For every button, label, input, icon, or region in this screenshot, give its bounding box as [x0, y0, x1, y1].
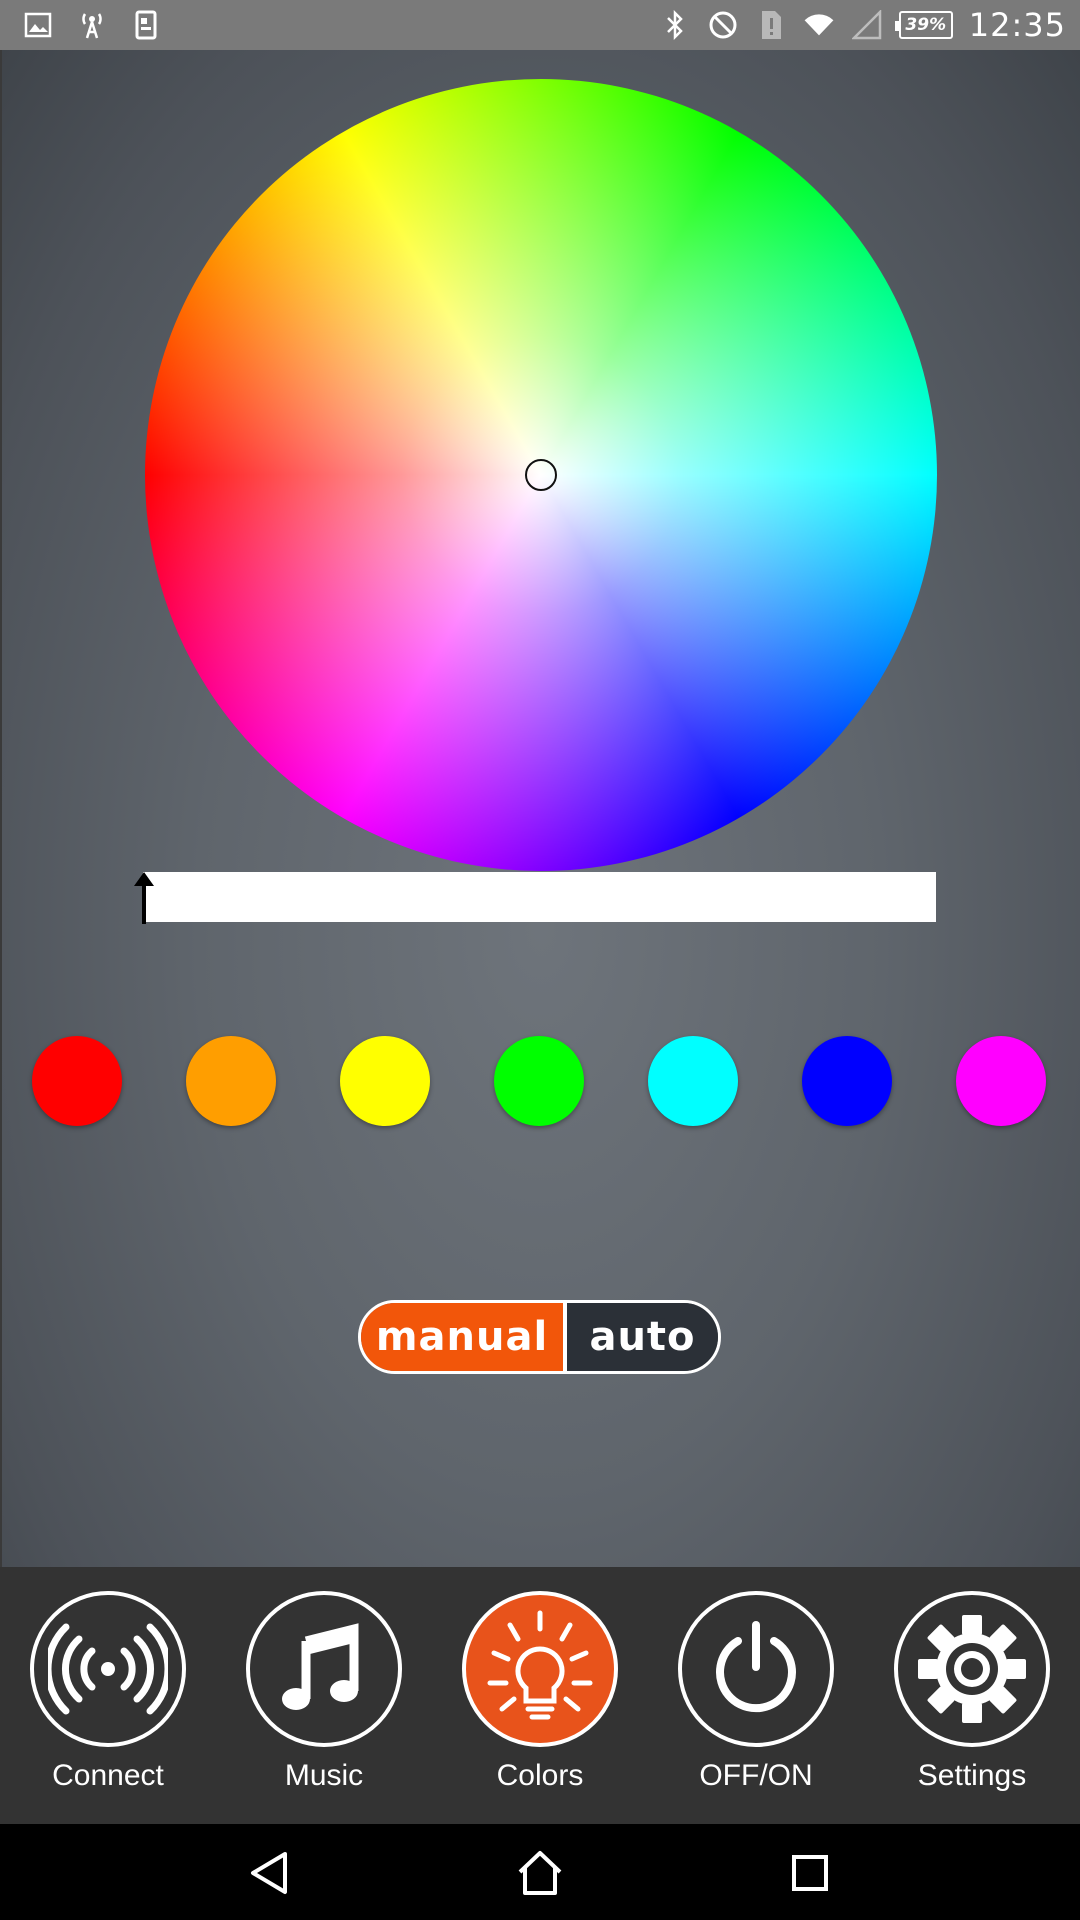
- power-icon: [716, 1621, 796, 1713]
- music-button[interactable]: [246, 1591, 402, 1747]
- nav-label: Colors: [496, 1759, 584, 1792]
- home-icon[interactable]: [515, 1848, 565, 1898]
- nav-music[interactable]: Music: [244, 1591, 404, 1793]
- phone-card-icon: [130, 9, 162, 41]
- settings-button[interactable]: [894, 1591, 1050, 1747]
- brightness-slider[interactable]: [143, 872, 936, 922]
- back-icon[interactable]: [245, 1848, 295, 1898]
- power-button[interactable]: [678, 1591, 834, 1747]
- swatch-green[interactable]: [494, 1036, 584, 1126]
- swatch-magenta[interactable]: [956, 1036, 1046, 1126]
- light-bulb-icon: [487, 1610, 593, 1720]
- battery-indicator: 39%: [894, 11, 953, 39]
- nav-connect[interactable]: Connect: [28, 1591, 188, 1793]
- color-wheel-cursor[interactable]: [525, 459, 557, 491]
- nav-label: OFF/ON: [699, 1759, 813, 1792]
- nav-settings[interactable]: Settings: [892, 1591, 1052, 1793]
- battery-level: 39%: [905, 15, 947, 35]
- bottom-nav: Connect Music Colors OFF/ON Settings: [0, 1567, 1080, 1824]
- wireless-signal-icon: [48, 1623, 168, 1715]
- nav-label: Settings: [917, 1759, 1027, 1792]
- manual-mode-button[interactable]: manual: [361, 1303, 567, 1371]
- auto-mode-button[interactable]: auto: [567, 1303, 718, 1371]
- color-swatches: [0, 1036, 1080, 1126]
- nav-colors[interactable]: Colors: [460, 1591, 620, 1793]
- bluetooth-icon: [659, 9, 691, 41]
- gear-icon: [918, 1615, 1026, 1723]
- brightness-slider-handle[interactable]: [132, 872, 156, 924]
- music-note-icon: [282, 1623, 359, 1710]
- clock: 12:35: [968, 6, 1066, 44]
- swatch-red[interactable]: [32, 1036, 122, 1126]
- sim-alert-icon: [755, 9, 787, 41]
- nav-power[interactable]: OFF/ON: [676, 1591, 836, 1793]
- swatch-cyan[interactable]: [648, 1036, 738, 1126]
- wifi-icon: [803, 9, 835, 41]
- status-bar: 39% 12:35: [0, 0, 1080, 50]
- system-nav-bar: [0, 1824, 1080, 1920]
- nav-label: Connect: [52, 1759, 164, 1792]
- mode-toggle: manual auto: [358, 1300, 721, 1374]
- gallery-icon: [22, 9, 54, 41]
- do-not-disturb-icon: [707, 9, 739, 41]
- nav-label: Music: [284, 1759, 364, 1792]
- recents-icon[interactable]: [785, 1848, 835, 1898]
- wireless-tower-icon: [76, 9, 108, 41]
- swatch-blue[interactable]: [802, 1036, 892, 1126]
- swatch-orange[interactable]: [186, 1036, 276, 1126]
- color-wheel[interactable]: [145, 79, 937, 871]
- connect-button[interactable]: [30, 1591, 186, 1747]
- signal-icon: [851, 9, 883, 41]
- colors-button[interactable]: [462, 1591, 618, 1747]
- swatch-yellow[interactable]: [340, 1036, 430, 1126]
